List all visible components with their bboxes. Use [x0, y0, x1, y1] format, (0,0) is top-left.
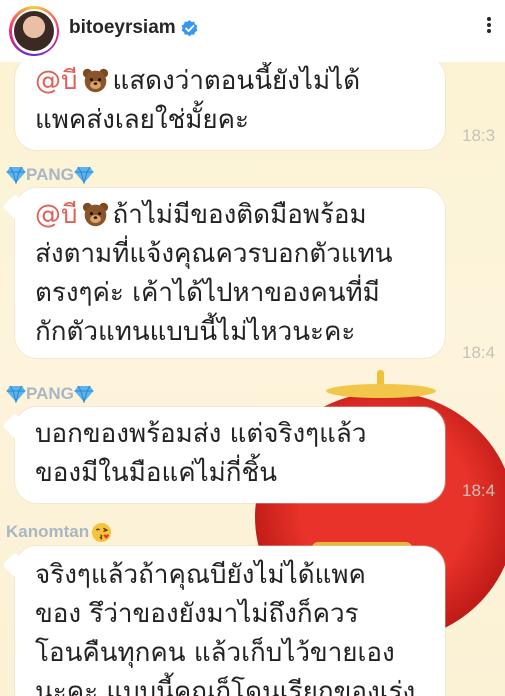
message-timestamp: 18:4: [462, 343, 496, 362]
message-line: ของ รึว่าของยังมาไม่ถึงก็ควร: [35, 599, 359, 629]
message-line: กักตัวแทนแบบนี้ไม่ไหวนะคะ: [35, 317, 356, 347]
username[interactable]: bitoeyrsiam: [69, 17, 176, 39]
message-text: แสดงว่าตอนนี้ยังไม่ได้: [112, 66, 361, 96]
gem-icon: [6, 385, 26, 403]
message-timestamp: 18:3: [462, 126, 496, 145]
message-line: ของมีในมือแค่ไม่กี่ชิ้น: [35, 458, 277, 488]
message-line: @บี ถ้าไม่มีของติดมือพร้อม: [35, 196, 445, 235]
message-line: จริงๆแล้วถ้าคุณบียังไม่ได้แพค: [35, 560, 366, 590]
profile-avatar[interactable]: [9, 6, 59, 56]
message-line: โอนคืนทุกคน แล้วเก็บไว้ขายเอง: [35, 638, 395, 668]
bear-face-icon: [82, 68, 108, 93]
sender-label: PANG: [26, 384, 74, 403]
message-timestamp: 18:4: [462, 481, 496, 500]
message-line: @บี แสดงว่าตอนนี้ยังไม่ได้: [35, 62, 445, 101]
dot: [487, 23, 491, 27]
message-line: บอกของพร้อมส่ง แต่จริงๆแล้ว: [35, 419, 367, 449]
verified-badge-icon: [181, 20, 198, 37]
sender-name: Kanomtan: [6, 520, 112, 544]
gem-icon: [74, 166, 94, 184]
message-line: นะคะ แบบนี้คุณก็โดนเรียกของเร่ง: [35, 677, 416, 696]
sender-label: Kanomtan: [6, 522, 90, 541]
avatar-border: [11, 8, 57, 54]
message-bubble[interactable]: จริงๆแล้วถ้าคุณบียังไม่ได้แพค ของ รึว่าข…: [2, 546, 445, 696]
sender-name: PANG: [6, 163, 94, 187]
sender-label: PANG: [26, 165, 74, 184]
message-line: แพคส่งเลยใช่มั้ยคะ: [35, 105, 249, 135]
mention-tag[interactable]: @บี: [35, 200, 78, 230]
sender-name: PANG: [6, 382, 94, 406]
dot: [487, 29, 491, 33]
chat-screenshot: 福 @บีแสดงว่าตอนนี้ยังไม่ได้ แพคส่งเลยใช่…: [0, 62, 505, 696]
gem-icon: [6, 166, 26, 184]
more-dots-icon[interactable]: [482, 13, 496, 37]
mention-tag[interactable]: @บี: [35, 66, 78, 96]
dot: [487, 17, 491, 21]
gem-icon: [74, 385, 94, 403]
message-line: ตรงๆค่ะ เค้าได้ไปหาของคนที่มี: [35, 278, 380, 308]
avatar-image: [14, 11, 54, 51]
lantern-top: [326, 384, 436, 398]
kissing-face-icon: [92, 522, 112, 542]
message-text: ถ้าไม่มีของติดมือพร้อม: [112, 200, 367, 230]
message-bubble[interactable]: บอกของพร้อมส่ง แต่จริงๆแล้ว ของมีในมือแค…: [2, 407, 445, 503]
message-bubble[interactable]: @บี ถ้าไม่มีของติดมือพร้อม ส่งตามที่แจ้งค…: [2, 188, 445, 358]
message-line: ส่งตามที่แจ้งคุณควรบอกตัวแทน: [35, 239, 393, 269]
message-bubble[interactable]: @บี แสดงว่าตอนนี้ยังไม่ได้ แพคส่งเลยใช่มั…: [15, 62, 445, 150]
bear-face-icon: [82, 202, 108, 227]
post-header: bitoeyrsiam: [0, 0, 505, 62]
